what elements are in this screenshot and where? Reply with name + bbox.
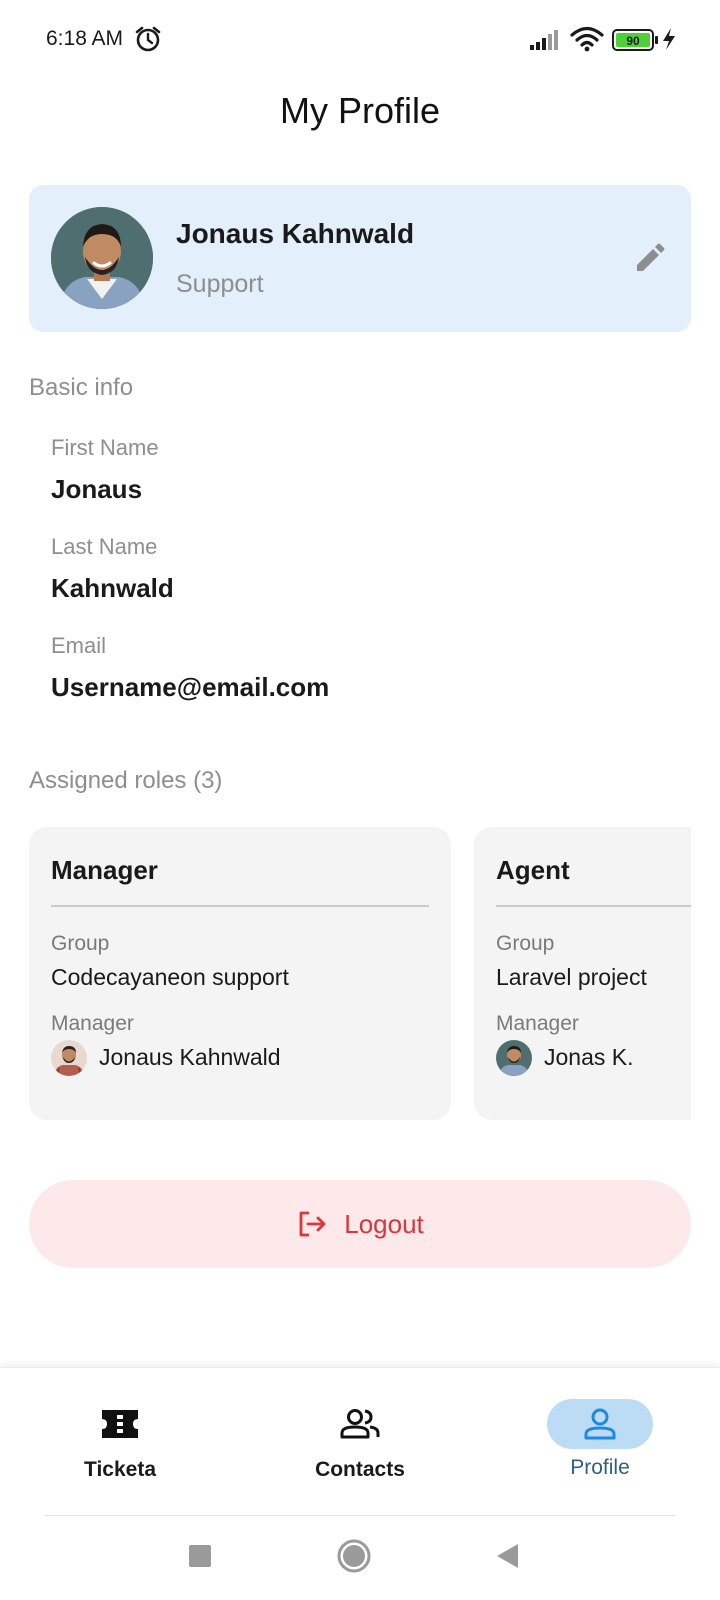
- role-manager-name: Jonaus Kahnwald: [99, 1044, 281, 1070]
- battery-level: 90: [626, 34, 640, 48]
- role-divider: [51, 905, 429, 907]
- pencil-icon[interactable]: [633, 243, 665, 275]
- nav-icon-container: [547, 1399, 653, 1449]
- nav-icon-container: [307, 1399, 413, 1449]
- roles-carousel[interactable]: Manager Group Codecayaneon support Manag…: [29, 827, 691, 1122]
- profile-role: Support: [176, 270, 264, 298]
- last-name-value: Kahnwald: [51, 573, 174, 603]
- role-manager-label: Manager: [496, 1012, 579, 1035]
- back-icon[interactable]: [488, 1536, 528, 1576]
- nav-icon-container: [67, 1399, 173, 1449]
- ticket-icon: [102, 1410, 138, 1438]
- wifi-icon: [570, 26, 604, 52]
- role-manager-name: Jonas K.: [544, 1044, 634, 1070]
- status-bar: 6:18 AM 90: [0, 0, 720, 80]
- role-group-value: Codecayaneon support: [51, 964, 289, 990]
- first-name-value: Jonaus: [51, 474, 143, 504]
- role-divider: [496, 905, 691, 907]
- first-name-label: First Name: [51, 435, 159, 460]
- avatar: [51, 207, 153, 309]
- person-icon: [584, 1408, 616, 1440]
- logout-icon: [299, 1211, 326, 1237]
- alarm-icon: [135, 26, 161, 52]
- nav-label: Ticketa: [84, 1458, 156, 1481]
- nav-item-profile[interactable]: Profile: [480, 1368, 720, 1518]
- email-label: Email: [51, 633, 107, 658]
- page-title: My Profile: [279, 90, 441, 131]
- status-time: 6:18 AM: [46, 27, 124, 50]
- contacts-icon: [340, 1409, 380, 1439]
- logout-label: Logout: [344, 1208, 424, 1239]
- role-card-agent[interactable]: Agent Group Laravel project Manager Jona…: [474, 827, 691, 1120]
- role-group-value: Laravel project: [496, 964, 647, 990]
- avatar: [51, 1040, 87, 1076]
- signal-icon: [530, 30, 558, 50]
- avatar: [496, 1040, 532, 1076]
- battery-icon: 90: [612, 29, 660, 51]
- basic-info-title: Basic info: [29, 374, 134, 401]
- last-name-label: Last Name: [51, 534, 158, 559]
- role-group-label: Group: [496, 932, 555, 955]
- home-icon[interactable]: [334, 1536, 374, 1576]
- system-navigation-bar: [0, 1516, 720, 1600]
- role-title: Manager: [51, 855, 158, 885]
- email-value: Username@email.com: [51, 672, 330, 702]
- role-group-label: Group: [51, 932, 110, 955]
- recent-apps-icon[interactable]: [180, 1536, 220, 1576]
- role-manager-label: Manager: [51, 1012, 134, 1035]
- nav-label: Profile: [570, 1456, 630, 1479]
- nav-item-contacts[interactable]: Contacts: [240, 1368, 480, 1518]
- bottom-navigation: Ticketa Contacts Profile: [0, 1367, 720, 1517]
- role-title: Agent: [496, 855, 570, 885]
- profile-name: Jonaus Kahnwald: [176, 218, 415, 249]
- assigned-roles-title: Assigned roles (3): [29, 767, 223, 794]
- role-card-manager[interactable]: Manager Group Codecayaneon support Manag…: [29, 827, 451, 1120]
- nav-item-tickets[interactable]: Ticketa: [0, 1368, 240, 1518]
- logout-button[interactable]: Logout: [29, 1180, 691, 1268]
- charging-bolt-icon: [663, 28, 675, 50]
- nav-label: Contacts: [315, 1458, 405, 1481]
- profile-card: Jonaus Kahnwald Support: [29, 185, 691, 332]
